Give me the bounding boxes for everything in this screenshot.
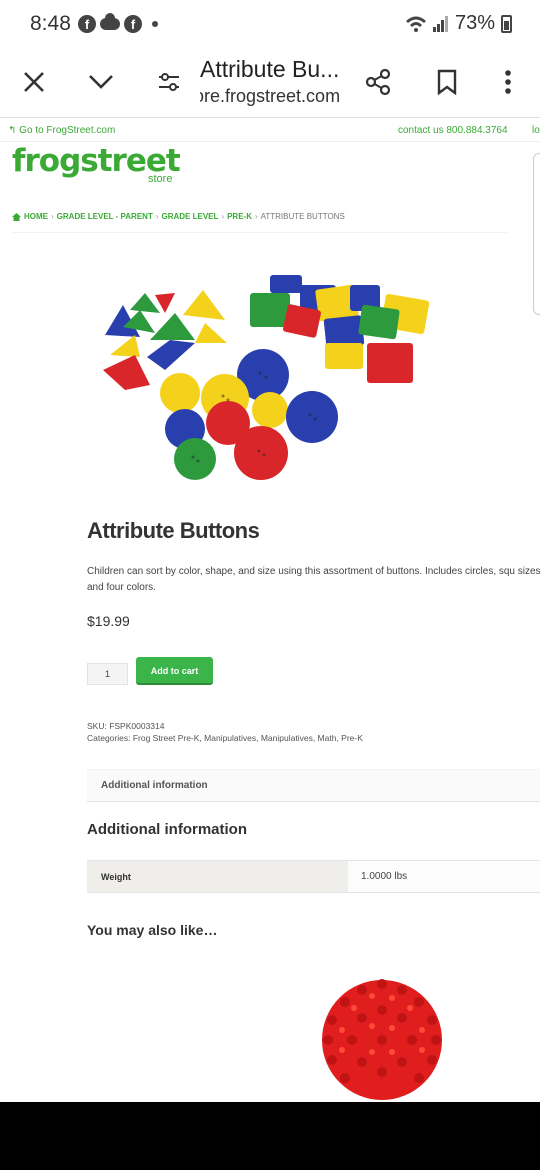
breadcrumb-home[interactable]: HOME	[24, 212, 48, 221]
product-price: $19.99	[87, 613, 130, 629]
system-navigation-bar	[0, 1102, 540, 1170]
breadcrumb-pre-k[interactable]: PRE-K	[227, 212, 252, 221]
chevron-down-icon[interactable]	[79, 60, 123, 104]
attributes-table-row: Weight 1.0000 lbs	[87, 860, 540, 893]
attribute-key: Weight	[87, 861, 348, 892]
url-text: ore.frogstreet.com	[200, 86, 341, 106]
home-icon	[12, 212, 21, 221]
share-icon[interactable]	[356, 60, 400, 104]
product-meta: SKU: FSPK0003314 Categories: Frog Street…	[87, 720, 363, 744]
additional-info-heading: Additional information	[87, 821, 247, 838]
breadcrumb-current: ATTRIBUTE BUTTONS	[260, 212, 345, 221]
facebook-icon: f	[78, 15, 96, 33]
categories-text[interactable]: Categories: Frog Street Pre-K, Manipulat…	[87, 732, 363, 744]
page-settings-icon[interactable]	[147, 60, 191, 104]
add-to-cart-button[interactable]: Add to cart	[136, 657, 213, 685]
more-notifications-icon	[152, 21, 158, 27]
breadcrumb-grade-level[interactable]: GRADE LEVEL	[162, 212, 219, 221]
page-title: Attribute Bu...	[200, 56, 340, 82]
site-top-bar: ↰ Go to FrogStreet.com contact us 800.88…	[0, 120, 540, 142]
facebook-icon: f	[124, 15, 142, 33]
spiky-ball-illustration	[322, 979, 442, 1100]
site-logo[interactable]: frogstreet store	[12, 143, 181, 185]
browser-toolbar: Attribute Bu... ore.frogstreet.com	[0, 50, 540, 118]
login-link[interactable]: lo	[532, 125, 540, 136]
close-icon[interactable]	[12, 60, 56, 104]
battery-percent: 73%	[454, 12, 495, 34]
product-title: Attribute Buttons	[87, 518, 260, 543]
status-bar: 8:48 f f 73%	[0, 0, 540, 50]
bookmark-icon[interactable]	[425, 60, 469, 104]
product-description: Children can sort by color, shape, and s…	[87, 566, 540, 593]
goto-frogstreet-link[interactable]: ↰ Go to FrogStreet.com	[8, 125, 115, 136]
logo-subtext: store	[148, 173, 173, 185]
notification-icons: f f	[78, 13, 158, 33]
battery-icon	[501, 14, 512, 33]
sku-text: SKU: FSPK0003314	[87, 721, 165, 731]
breadcrumb-grade-level-parent[interactable]: GRADE LEVEL - PARENT	[57, 212, 153, 221]
system-icons: 73%	[405, 12, 512, 35]
contact-link[interactable]: contact us 800.884.3764	[398, 125, 508, 136]
divider	[12, 232, 507, 233]
address-box[interactable]: Attribute Bu... ore.frogstreet.com	[200, 54, 350, 108]
tab-additional-information[interactable]: Additional information	[87, 769, 540, 802]
cloud-icon	[100, 13, 120, 30]
related-product-image[interactable]	[290, 960, 475, 1102]
menu-panel-edge[interactable]	[533, 153, 540, 315]
clock: 8:48	[30, 12, 71, 35]
product-image[interactable]	[95, 265, 440, 485]
attribute-value: 1.0000 lbs	[348, 861, 540, 892]
more-options-icon[interactable]	[486, 60, 530, 104]
quantity-input[interactable]: 1	[87, 663, 128, 685]
breadcrumb: HOME › GRADE LEVEL - PARENT › GRADE LEVEL ›…	[12, 212, 345, 221]
signal-icon	[432, 15, 448, 32]
related-heading: You may also like…	[87, 922, 218, 938]
wifi-icon	[405, 16, 426, 32]
